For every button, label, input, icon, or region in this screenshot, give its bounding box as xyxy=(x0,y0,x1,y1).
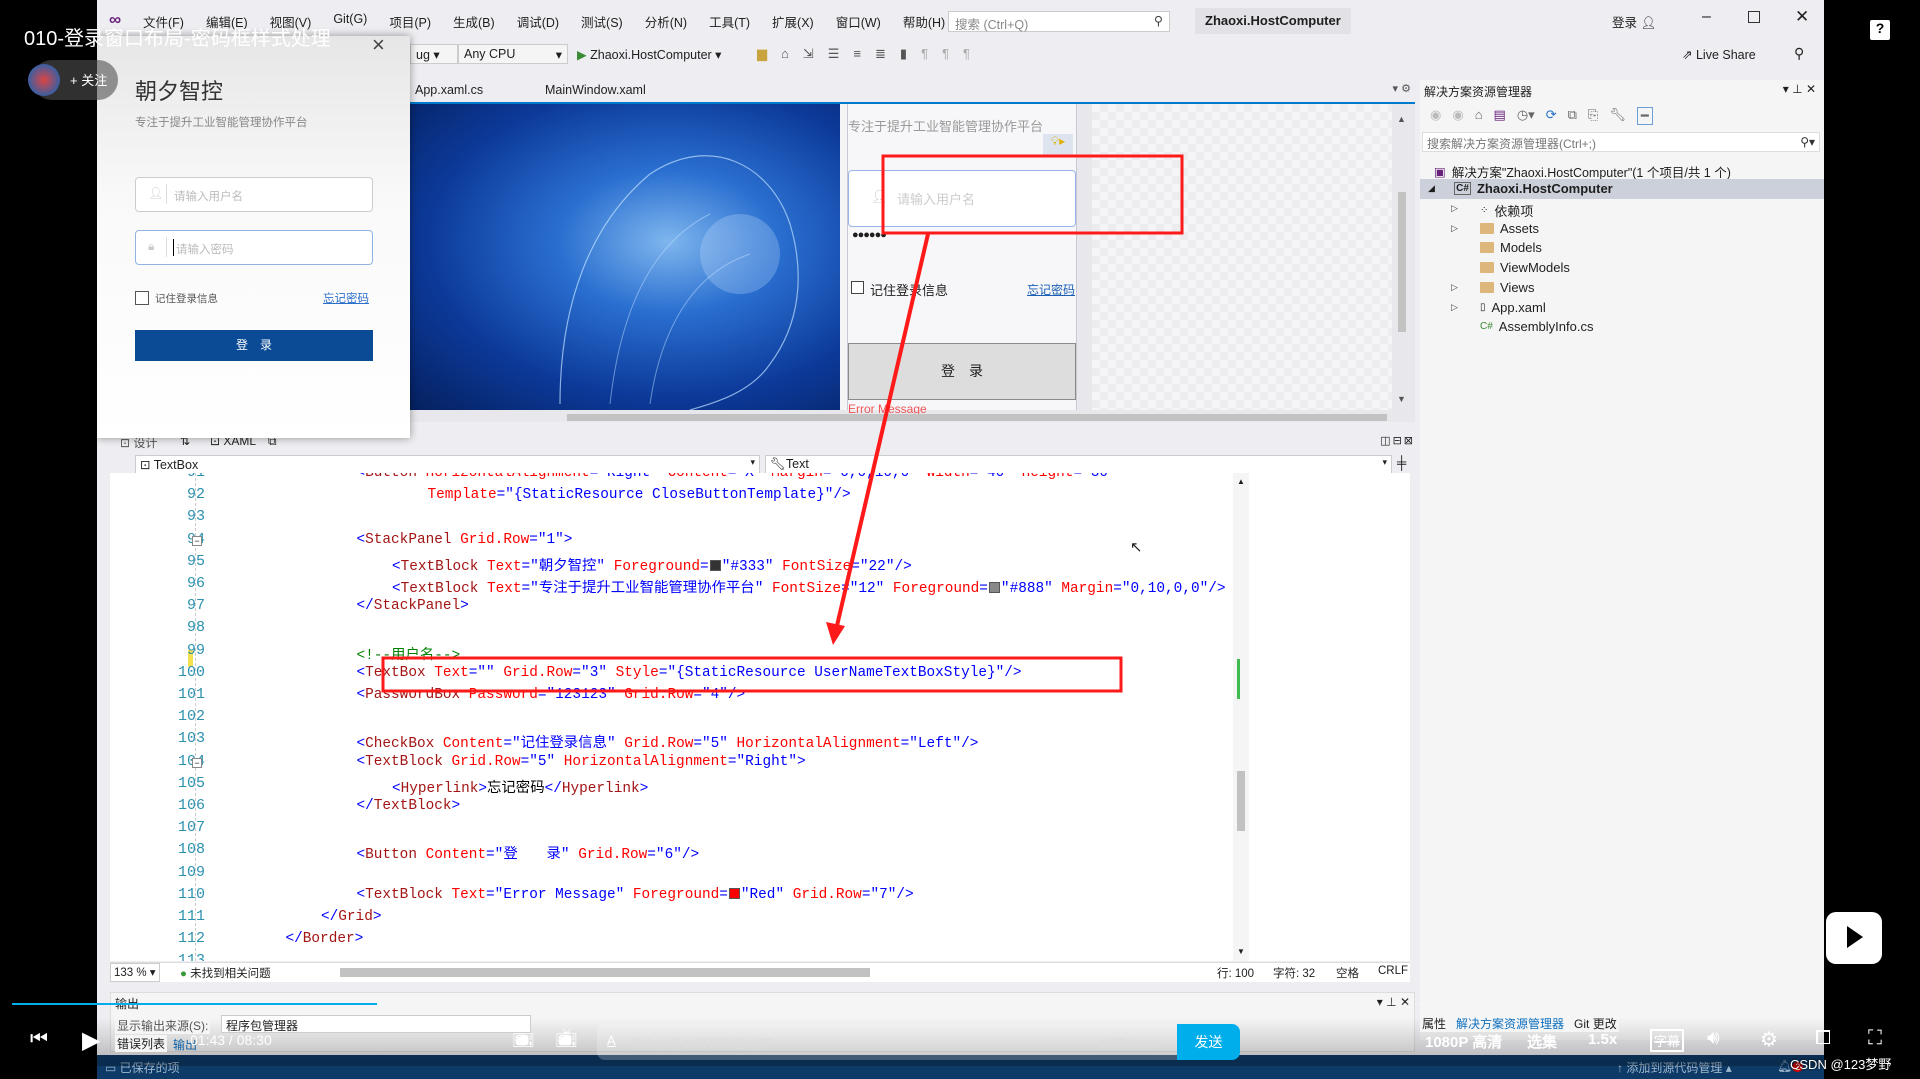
send-danmaku-button[interactable]: 发送 xyxy=(1177,1024,1240,1060)
fullscreen-icon[interactable]: ⛶ xyxy=(1868,1027,1882,1050)
annotation-arrow xyxy=(834,233,930,631)
text-style-icon[interactable]: A xyxy=(607,1033,616,1048)
quality-button[interactable]: 1080P 高清 xyxy=(1425,1031,1502,1052)
previous-button[interactable]: ⏮︎ xyxy=(30,1028,48,1051)
tab-error-list[interactable]: 错误列表 xyxy=(115,1035,168,1052)
bilibili-tv-icon[interactable] xyxy=(1826,912,1882,964)
speed-button[interactable]: 1.5x xyxy=(1588,1031,1617,1048)
follow-button[interactable]: + 关注 xyxy=(70,70,107,89)
tab-properties[interactable]: 属性 xyxy=(1422,1015,1446,1032)
play-triangle xyxy=(1847,926,1863,948)
danmaku-input[interactable]: A 发个友善的弹幕见证当下 弹幕礼仪 > xyxy=(597,1024,1177,1060)
play-button[interactable]: ▶ xyxy=(82,1026,100,1055)
output-source-label: 显示输出来源(S): xyxy=(115,1017,211,1034)
danmaku-placeholder: 发个友善的弹幕见证当下 xyxy=(630,1037,774,1052)
volume-icon[interactable]: 🔊︎ xyxy=(1707,1027,1720,1050)
video-title: 010-登录窗口布局-密码框样式处理 xyxy=(24,28,331,50)
help-icon[interactable]: ? xyxy=(1870,20,1890,40)
web-fullscreen-icon[interactable]: ⧠ xyxy=(1815,1027,1831,1050)
solution-explorer-bottom-tabs: 属性 解决方案资源管理器 Git 更改 xyxy=(1420,1015,1619,1032)
episodes-button[interactable]: 选集 xyxy=(1527,1031,1557,1052)
video-progress-fill xyxy=(12,1003,378,1005)
danmaku-etiquette-link[interactable]: 弹幕礼仪 > xyxy=(1099,1034,1162,1053)
output-source-dropdown[interactable]: 程序包管理器 xyxy=(221,1015,531,1033)
annotation-layer xyxy=(381,154,1184,693)
uploader-avatar[interactable] xyxy=(28,64,60,96)
video-progress-track[interactable] xyxy=(12,1003,1820,1005)
time-display: 01:43 / 08:30 xyxy=(190,1032,272,1048)
tab-solution-explorer[interactable]: 解决方案资源管理器 xyxy=(1456,1015,1564,1032)
settings-gear-icon[interactable]: ⚙ xyxy=(1760,1027,1778,1052)
tab-git-changes[interactable]: Git 更改 xyxy=(1574,1015,1617,1032)
subtitle-toggle[interactable]: 字幕 xyxy=(1650,1029,1685,1052)
highlight-box-designer xyxy=(881,154,1184,235)
csdn-watermark: CSDN @123梦野 xyxy=(1790,1057,1892,1072)
danmaku-settings-icon[interactable]: 📺︎ xyxy=(555,1028,578,1049)
subtitle-label: 字幕 xyxy=(1654,1034,1681,1049)
annotation-arrowhead xyxy=(826,622,845,645)
highlight-box-code xyxy=(381,656,1123,693)
